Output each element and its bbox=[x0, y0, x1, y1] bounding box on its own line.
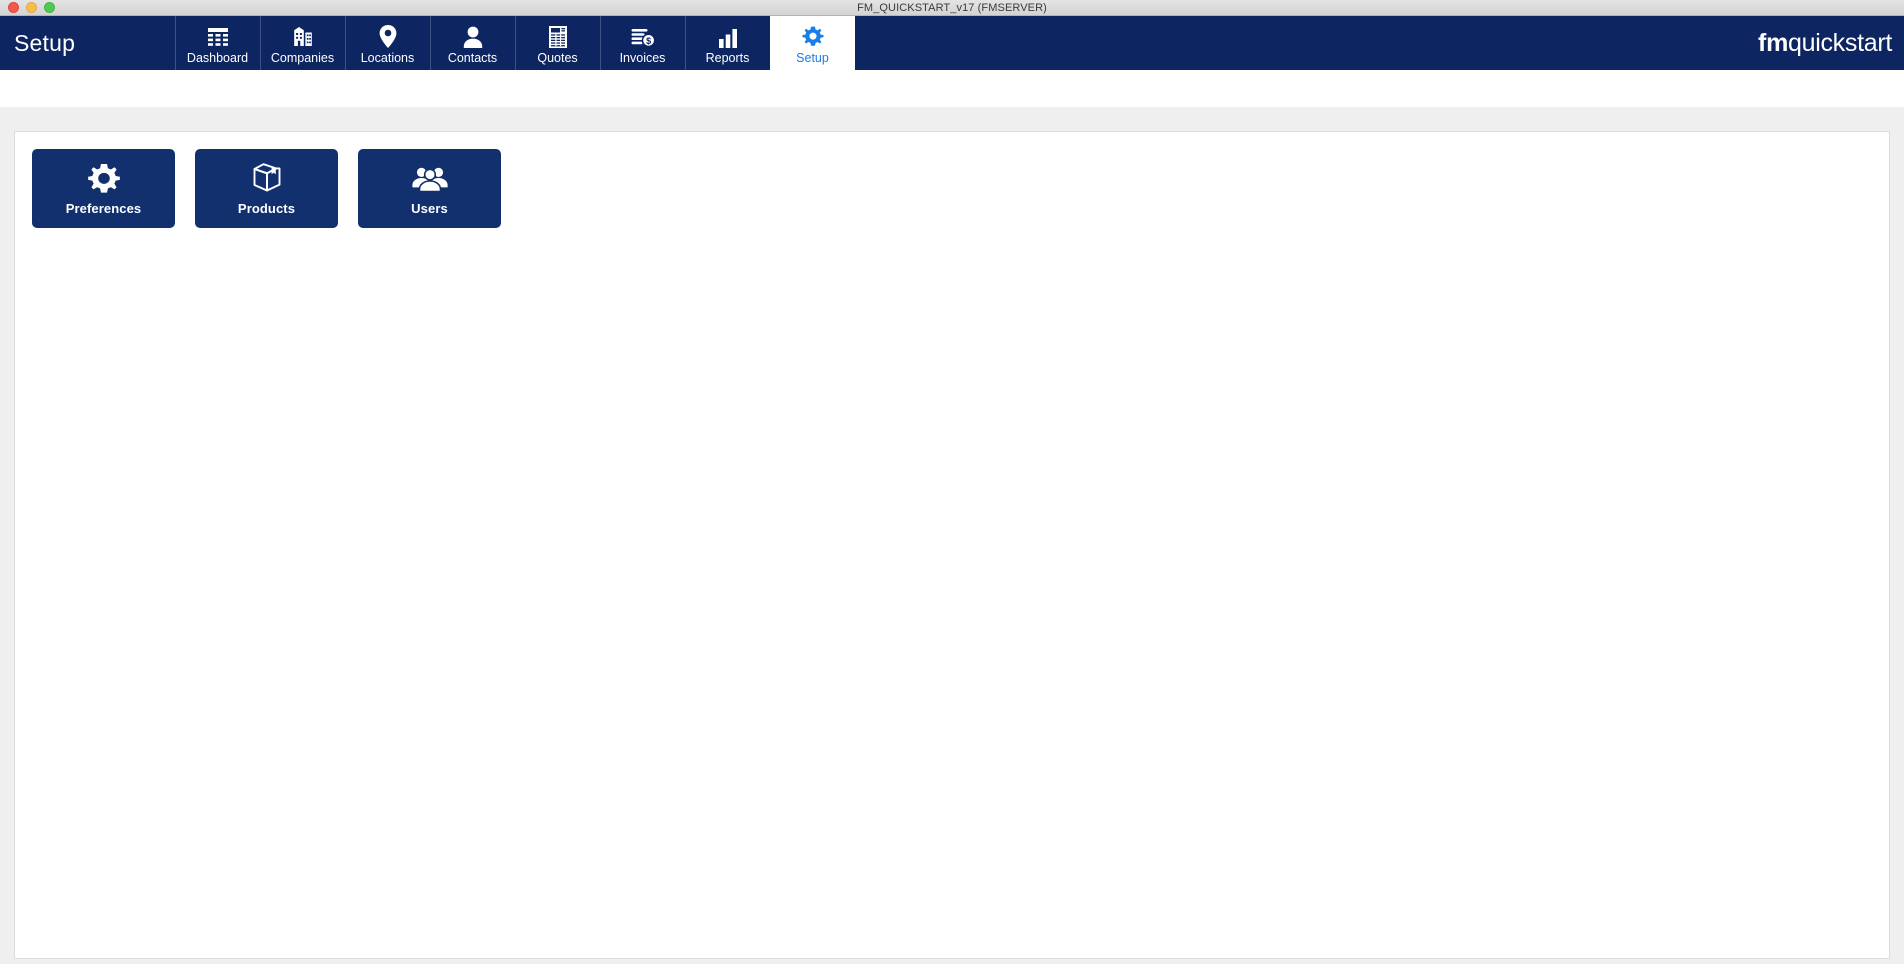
tile-label: Preferences bbox=[65, 201, 142, 216]
page-title: Setup bbox=[14, 29, 76, 56]
buildings-icon bbox=[291, 23, 315, 49]
tile-label: Users bbox=[411, 201, 448, 216]
tab-setup[interactable]: Setup bbox=[770, 16, 855, 70]
tab-label: Quotes bbox=[537, 51, 578, 65]
content-panel: Preferences Products Users bbox=[14, 131, 1890, 959]
brand-bold-text: fm bbox=[1758, 28, 1789, 57]
tab-contacts[interactable]: Contacts bbox=[430, 16, 515, 70]
minimize-button[interactable] bbox=[26, 2, 37, 13]
tab-label: Invoices bbox=[619, 51, 666, 65]
gear-icon bbox=[87, 161, 121, 197]
tab-label: Locations bbox=[360, 51, 415, 65]
window-title: FM_QUICKSTART_v17 (FMSERVER) bbox=[857, 1, 1047, 14]
body-area: Preferences Products Users bbox=[0, 107, 1904, 964]
tile-preferences[interactable]: Preferences bbox=[32, 149, 175, 228]
tab-label: Dashboard bbox=[186, 51, 249, 65]
brand-logo: fm quickstart bbox=[1758, 16, 1904, 70]
nav-tabs: Dashboard Companies Locations Contacts Q… bbox=[175, 16, 855, 70]
tile-products[interactable]: Products bbox=[195, 149, 338, 228]
zoom-button[interactable] bbox=[44, 2, 55, 13]
main-navbar: Setup Dashboard Companies Locations Cont… bbox=[0, 16, 1904, 70]
tab-label: Reports bbox=[705, 51, 750, 65]
tile-label: Products bbox=[237, 201, 296, 216]
gear-icon bbox=[801, 23, 825, 49]
window-titlebar: FM_QUICKSTART_v17 (FMSERVER) bbox=[0, 0, 1904, 16]
tab-companies[interactable]: Companies bbox=[260, 16, 345, 70]
tab-label: Setup bbox=[796, 51, 829, 65]
tab-invoices[interactable]: $ Invoices bbox=[600, 16, 685, 70]
person-icon bbox=[462, 23, 484, 49]
tab-locations[interactable]: Locations bbox=[345, 16, 430, 70]
close-button[interactable] bbox=[8, 2, 19, 13]
window-controls bbox=[0, 2, 55, 13]
tile-users[interactable]: Users bbox=[358, 149, 501, 228]
tab-reports[interactable]: Reports bbox=[685, 16, 770, 70]
box-icon bbox=[249, 161, 285, 197]
tab-label: Companies bbox=[270, 51, 335, 65]
bar-chart-icon bbox=[717, 23, 739, 49]
tab-dashboard[interactable]: Dashboard bbox=[175, 16, 260, 70]
svg-text:$: $ bbox=[646, 36, 651, 46]
money-stack-icon: $ bbox=[630, 23, 656, 49]
map-pin-icon bbox=[378, 23, 398, 49]
setup-tile-row: Preferences Products Users bbox=[32, 149, 1889, 228]
users-icon bbox=[410, 161, 450, 197]
table-grid-icon bbox=[206, 23, 230, 49]
brand-light-text: quickstart bbox=[1788, 28, 1892, 57]
subheader-strip bbox=[0, 70, 1904, 107]
document-list-icon bbox=[547, 23, 569, 49]
tab-label: Contacts bbox=[447, 51, 498, 65]
tab-quotes[interactable]: Quotes bbox=[515, 16, 600, 70]
